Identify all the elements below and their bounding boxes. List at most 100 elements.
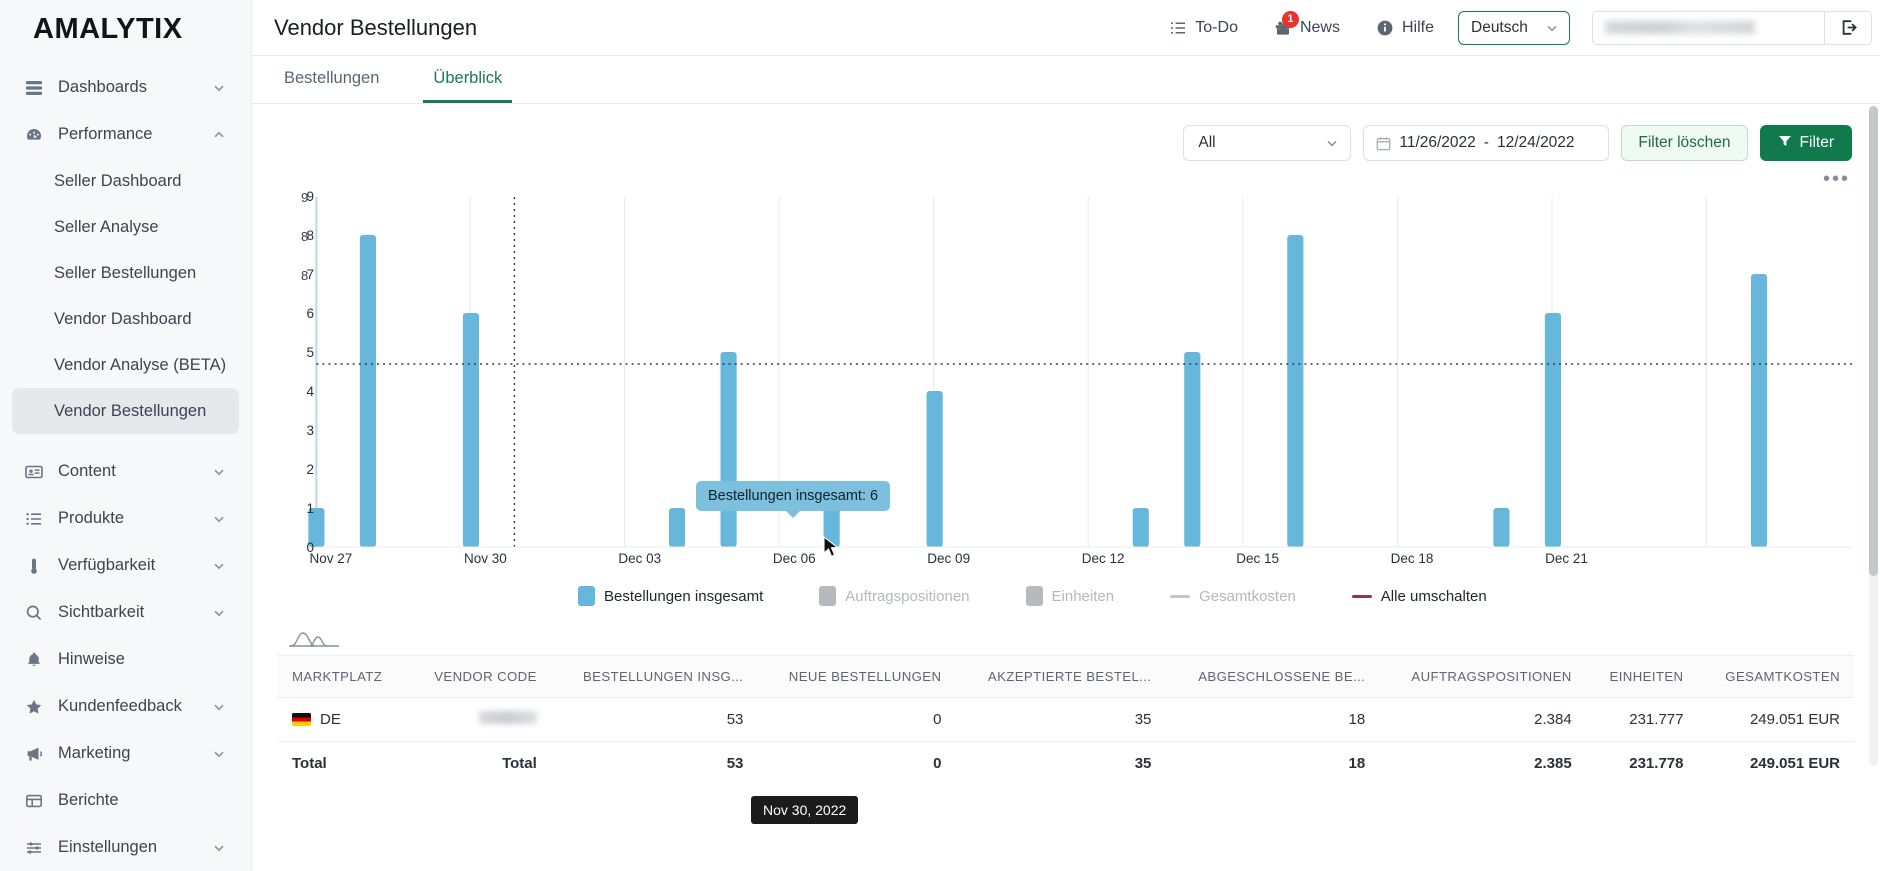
vendor-orders-table: MARKTPLATZ VENDOR CODE BESTELLUNGEN INSG… <box>278 655 1854 785</box>
sidebar-subitem-label: Seller Analyse <box>54 217 159 236</box>
cell-accepted-orders: 35 <box>955 697 1166 742</box>
info-icon <box>1376 19 1394 37</box>
cell-total-orders-total: 53 <box>726 755 744 772</box>
account-field[interactable] <box>1592 10 1824 45</box>
todo-icon <box>1169 19 1187 37</box>
table-row[interactable]: DE 53 0 35 18 2.384 231.777 249.051 EUR <box>278 697 1854 742</box>
sidebar-item-label: Sichtbarkeit <box>58 603 145 621</box>
products-icon <box>24 509 44 529</box>
sidebar-item-label: Einstellungen <box>58 838 158 856</box>
sidebar-item-dashboards[interactable]: Dashboards <box>12 64 239 111</box>
sidebar-item-seller-analyse[interactable]: Seller Analyse <box>12 204 239 250</box>
col-vendor-code[interactable]: VENDOR CODE <box>407 655 551 698</box>
legend-item-bestellungen-insgesamt[interactable]: Bestellungen insgesamt <box>578 586 763 606</box>
apply-filter-button[interactable]: Filter <box>1759 125 1852 161</box>
sidebar-item-berichte[interactable]: Berichte <box>12 777 239 824</box>
chart-legend: Bestellungen insgesamt Auftragspositione… <box>278 579 1854 613</box>
chart-density-icon[interactable] <box>278 613 1854 655</box>
col-marktplatz[interactable]: MARKTPLATZ <box>278 655 408 698</box>
bar-series-bestellungen-insgesamt <box>308 235 1768 547</box>
sidebar-item-sichtbarkeit[interactable]: Sichtbarkeit <box>12 589 239 636</box>
col-einheiten[interactable]: EINHEITEN <box>1585 655 1698 698</box>
cell-total-positions: 2.385 <box>1534 755 1572 772</box>
cell-marktplatz: DE <box>278 697 408 742</box>
sidebar-item-hinweise[interactable]: Hinweise <box>12 636 239 683</box>
legend-label: Einheiten <box>1051 587 1115 605</box>
chart-options-button[interactable]: ••• <box>278 161 1854 190</box>
help-button[interactable]: Hilfe <box>1358 0 1452 56</box>
sidebar-item-vendor-analyse-beta[interactable]: Vendor Analyse (BETA) <box>12 342 239 388</box>
sidebar-item-label: Performance <box>58 125 153 143</box>
sidebar-item-seller-bestellungen[interactable]: Seller Bestellungen <box>12 250 239 296</box>
col-auftragspositionen[interactable]: AUFTRAGSPOSITIONEN <box>1379 655 1586 698</box>
chevron-down-icon[interactable] <box>211 699 227 715</box>
legend-item-alle-umschalten[interactable]: Alle umschalten <box>1351 588 1487 605</box>
chevron-down-icon[interactable] <box>211 746 227 762</box>
tab-bestellungen[interactable]: Bestellungen <box>274 69 389 103</box>
content-icon <box>24 462 44 482</box>
apply-filter-label: Filter <box>1799 134 1834 151</box>
legend-label: Auftragspositionen <box>845 587 970 605</box>
chart-canvas[interactable]: 9 8 8 <box>278 191 1854 581</box>
chevron-down-icon[interactable] <box>211 464 227 480</box>
main-navigation: Dashboards Performance Seller Dashboard <box>0 58 251 871</box>
cell-total-completed: 18 <box>1348 755 1366 772</box>
marketplace-select[interactable]: All <box>1183 125 1352 161</box>
chevron-down-icon[interactable] <box>211 80 227 96</box>
chevron-down-icon[interactable] <box>211 840 227 856</box>
scrollbar-thumb[interactable] <box>1869 106 1878 576</box>
legend-label: Gesamtkosten <box>1199 587 1296 605</box>
vendor-code-redacted <box>478 711 537 724</box>
cell-order-positions: 2.384 <box>1379 697 1586 742</box>
sidebar-item-performance[interactable]: Performance <box>12 111 239 158</box>
main-content: Vendor Bestellungen To-Do 1 News Hilfe D… <box>252 0 1880 871</box>
legend-item-auftragspositionen[interactable]: Auftragspositionen <box>819 586 970 606</box>
y-axis-labels: 9 8 8 <box>301 191 308 283</box>
sidebar-item-seller-dashboard[interactable]: Seller Dashboard <box>12 158 239 204</box>
tab-bar: Bestellungen Überblick <box>252 56 1880 104</box>
todo-button[interactable]: To-Do <box>1151 0 1256 56</box>
reports-icon <box>24 791 44 811</box>
chevron-down-icon[interactable] <box>211 605 227 621</box>
legend-item-einheiten[interactable]: Einheiten <box>1025 586 1115 606</box>
sidebar-item-content[interactable]: Content <box>12 448 239 495</box>
marketplace-code: DE <box>320 711 341 728</box>
cell-orders-total: 53 <box>550 697 758 742</box>
logout-button[interactable] <box>1824 10 1872 45</box>
clear-filter-button[interactable]: Filter löschen <box>1621 125 1748 161</box>
col-bestellungen-insgesamt[interactable]: BESTELLUNGEN INSG... <box>550 655 758 698</box>
col-akzeptierte-bestellungen[interactable]: AKZEPTIERTE BESTEL... <box>955 655 1166 698</box>
flag-de-icon <box>292 713 311 726</box>
chevron-down-icon[interactable] <box>211 511 227 527</box>
marketplace-value: All <box>1198 134 1216 151</box>
sidebar-item-vendor-bestellungen[interactable]: Vendor Bestellungen <box>12 388 239 434</box>
account-value-redacted <box>1605 21 1755 34</box>
chevron-up-icon[interactable] <box>211 127 227 143</box>
page-scrollbar[interactable] <box>1869 106 1878 766</box>
chevron-down-icon[interactable] <box>211 558 227 574</box>
sidebar-item-vendor-dashboard[interactable]: Vendor Dashboard <box>12 296 239 342</box>
sidebar-item-produkte[interactable]: Produkte <box>12 495 239 542</box>
news-button[interactable]: 1 News <box>1256 0 1358 56</box>
sidebar-item-label: Kundenfeedback <box>58 697 182 715</box>
content-area: All 11/26/2022 - 12/24/2022 Filter lösch… <box>252 104 1880 824</box>
date-range-picker[interactable]: 11/26/2022 - 12/24/2022 <box>1363 125 1610 161</box>
col-gesamtkosten[interactable]: GESAMTKOSTEN <box>1697 655 1854 698</box>
sidebar-item-marketing[interactable]: Marketing <box>12 730 239 777</box>
app-logo[interactable]: AMALYTIX <box>0 0 251 58</box>
cell-units: 231.777 <box>1585 697 1698 742</box>
legend-item-gesamtkosten[interactable]: Gesamtkosten <box>1170 588 1296 605</box>
cell-total-cost: 249.051 EUR <box>1749 755 1840 772</box>
sidebar-item-label: Hinweise <box>58 650 125 668</box>
chevron-down-icon <box>1544 20 1560 36</box>
sidebar-item-verfuegbarkeit[interactable]: Verfügbarkeit <box>12 542 239 589</box>
cell-total-accepted: 35 <box>1134 755 1152 772</box>
sidebar-item-einstellungen[interactable]: Einstellungen <box>12 824 239 871</box>
logout-icon <box>1839 18 1858 37</box>
sidebar-item-label: Marketing <box>58 744 131 762</box>
language-select[interactable]: Deutsch <box>1458 10 1570 45</box>
sidebar-item-kundenfeedback[interactable]: Kundenfeedback <box>12 683 239 730</box>
col-neue-bestellungen[interactable]: NEUE BESTELLUNGEN <box>757 655 956 698</box>
col-abgeschlossene-bestellungen[interactable]: ABGESCHLOSSENE BE... <box>1165 655 1380 698</box>
tab-ueberblick[interactable]: Überblick <box>423 69 513 103</box>
